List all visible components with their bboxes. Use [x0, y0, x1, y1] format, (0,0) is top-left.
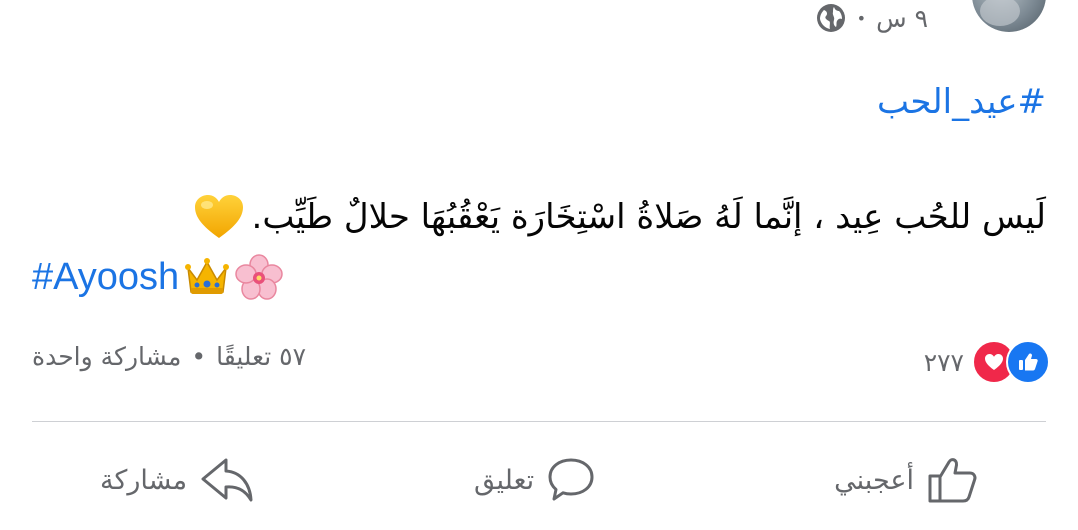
- globe-icon[interactable]: [815, 2, 847, 34]
- thumbs-up-icon: [926, 456, 978, 504]
- share-arrow-icon: [199, 456, 255, 504]
- cherry-blossom-icon: [235, 254, 283, 300]
- stats-separator: •: [191, 342, 207, 371]
- share-label: مشاركة: [100, 464, 188, 496]
- comment-button[interactable]: تعليق: [474, 450, 596, 510]
- comment-bubble-icon: [546, 456, 596, 504]
- crown-icon: [183, 254, 231, 300]
- post-text: لَيس للحُب عِيد ، إنَّما لَهُ صَلاةُ اسْ…: [251, 197, 1046, 237]
- like-button[interactable]: أعجبني: [834, 450, 978, 510]
- avatar[interactable]: [972, 0, 1046, 32]
- comment-label: تعليق: [474, 464, 535, 496]
- post-card: ٩ س • #عيد_الحب لَيس للحُب عِيد ، إنَّما…: [0, 0, 1078, 530]
- post-time[interactable]: ٩ س: [876, 4, 928, 33]
- engagement-summary: ٥٧ تعليقًا • مشاركة واحدة: [32, 342, 306, 371]
- divider: [32, 421, 1046, 422]
- meta-separator: •: [856, 8, 867, 28]
- ayoosh-hashtag-link[interactable]: #Ayoosh: [32, 256, 179, 299]
- reactions-summary[interactable]: ٢٧٧: [924, 340, 1050, 384]
- reaction-icons: [972, 340, 1050, 384]
- tag-line: #Ayoosh: [32, 254, 283, 300]
- reaction-count: ٢٧٧: [923, 347, 964, 377]
- share-button[interactable]: مشاركة: [100, 450, 255, 510]
- post-meta: ٩ س •: [815, 0, 928, 36]
- yellow-heart-icon: [192, 192, 246, 242]
- shares-count[interactable]: مشاركة واحدة: [32, 342, 181, 371]
- like-reaction-icon: [1006, 340, 1050, 384]
- post-text-line: لَيس للحُب عِيد ، إنَّما لَهُ صَلاةُ اسْ…: [192, 192, 1046, 242]
- comments-count[interactable]: ٥٧ تعليقًا: [216, 342, 306, 371]
- hashtag-link[interactable]: #عيد_الحب: [877, 82, 1046, 122]
- like-label: أعجبني: [834, 464, 914, 496]
